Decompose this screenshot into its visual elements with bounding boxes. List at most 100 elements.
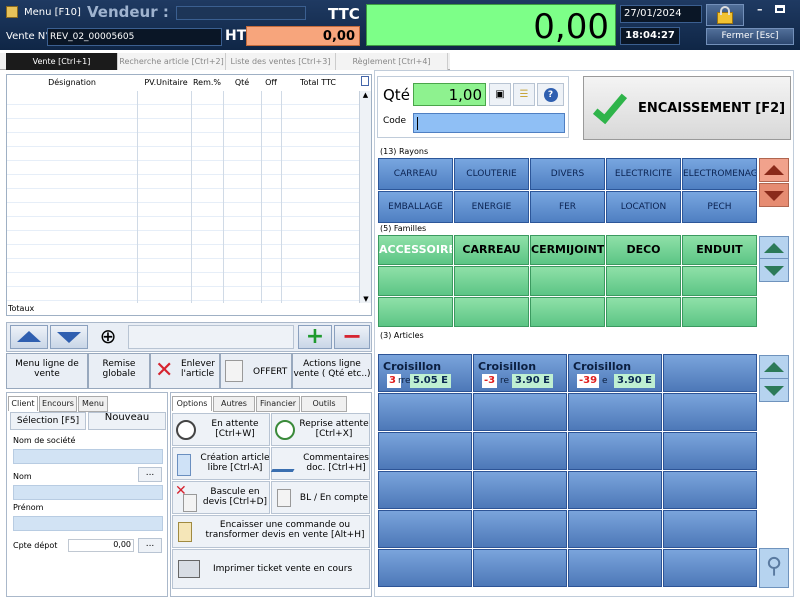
article-empty-slot[interactable] [568,510,662,548]
article-empty-slot[interactable] [378,393,472,431]
rayon-button[interactable]: ELECTROMENAGE [682,158,757,190]
minus-button[interactable]: − [334,324,370,349]
articles-scroll-up[interactable] [759,355,789,379]
famille-button[interactable]: CERMIJOINT [530,235,605,265]
offert-button[interactable]: OFFERT [220,353,292,389]
commentaires-button[interactable]: Commentaires doc. [Ctrl+H] [270,447,370,480]
tab-client[interactable]: Client [8,396,38,411]
rayon-button[interactable]: PECH [682,191,757,223]
tab-liste[interactable]: Liste des ventes [Ctrl+3] [226,53,336,70]
article-empty-slot[interactable] [473,471,567,509]
zoom-icon[interactable]: ⊕ [92,324,124,350]
code-field[interactable] [413,113,565,133]
article-empty-slot[interactable] [663,510,757,548]
rayon-button[interactable]: CARREAU [378,158,453,190]
articles-scroll-down[interactable] [759,378,789,402]
article-empty-slot[interactable] [378,432,472,470]
menu-ligne-button[interactable]: Menu ligne de vente [6,353,88,389]
famille-button[interactable]: ENDUIT [682,235,757,265]
encaissement-button[interactable]: ENCAISSEMENT [F2] [583,76,791,140]
calculator-icon[interactable]: ▣ [489,83,511,106]
imprimer-ticket-button[interactable]: Imprimer ticket vente en cours [172,549,370,589]
rayon-button[interactable]: CLOUTERIE [454,158,529,190]
cpte-more-button[interactable]: ... [138,538,162,553]
article-empty-slot[interactable] [568,393,662,431]
article-button[interactable]: Croisillon -3 re 3.90 E [473,354,567,392]
article-empty-slot[interactable] [378,510,472,548]
article-empty-slot[interactable] [663,393,757,431]
rayons-scroll-down[interactable] [759,183,789,207]
famille-empty-slot[interactable] [378,266,453,296]
grid-scrollbar[interactable]: ▲ ▼ [359,91,371,303]
menu-button[interactable]: Menu [F10] [24,7,81,18]
rayon-button[interactable]: ENERGIE [454,191,529,223]
famille-empty-slot[interactable] [606,266,681,296]
creation-article-button[interactable]: Création article libre [Ctrl-A] [172,447,270,480]
article-empty-slot[interactable] [663,549,757,587]
rayon-button[interactable]: LOCATION [606,191,681,223]
tab-vente[interactable]: Vente [Ctrl+1] [6,53,118,70]
rayon-button[interactable]: FER [530,191,605,223]
nav-down-button[interactable] [50,325,88,349]
famille-button[interactable]: DECO [606,235,681,265]
article-empty-slot[interactable] [568,471,662,509]
famille-empty-slot[interactable] [378,297,453,327]
article-button[interactable]: Croisillon 3 rre 5.05 E [378,354,472,392]
tab-recherche[interactable]: Recherche article [Ctrl+2] [118,53,226,70]
article-empty-slot[interactable] [473,393,567,431]
nom-more-button[interactable]: ... [138,467,162,482]
minimize-icon[interactable]: – [757,3,763,16]
maximize-icon[interactable] [775,5,785,13]
famille-empty-slot[interactable] [682,266,757,296]
famille-button[interactable]: CARREAU [454,235,529,265]
bl-en-compte-button[interactable]: BL / En compte [271,481,370,514]
prenom-field[interactable] [13,516,163,531]
famille-empty-slot[interactable] [530,297,605,327]
help-button[interactable]: ? [537,83,564,106]
article-search-icon[interactable]: ⚲ [759,548,789,588]
reprise-attente-button[interactable]: Reprise attente [Ctrl+X] [271,413,370,446]
article-empty-slot[interactable] [568,432,662,470]
vendeur-field[interactable] [176,6,306,20]
grid-search-field[interactable] [128,325,294,349]
client-nouveau-button[interactable]: Nouveau [88,412,166,430]
bascule-devis-button[interactable]: ✕ Bascule en devis [Ctrl+D] [172,481,270,514]
nav-up-button[interactable] [10,325,48,349]
familles-scroll-down[interactable] [759,258,789,282]
famille-button[interactable]: ACCESSOIRES [378,235,453,265]
plus-button[interactable]: + [298,325,332,349]
famille-empty-slot[interactable] [454,266,529,296]
familles-scroll-up[interactable] [759,236,789,260]
enlever-article-button[interactable]: ✕ Enlever l'article [150,353,220,389]
rayon-button[interactable]: DIVERS [530,158,605,190]
en-attente-button[interactable]: En attente [Ctrl+W] [172,413,270,446]
famille-empty-slot[interactable] [682,297,757,327]
rayons-scroll-up[interactable] [759,158,789,182]
article-empty-slot[interactable] [663,432,757,470]
tab-encours[interactable]: Encours [39,396,77,412]
article-empty-slot[interactable] [473,510,567,548]
encaisser-commande-button[interactable]: Encaisser une commande ou transformer de… [172,515,370,548]
article-empty-slot[interactable] [378,549,472,587]
famille-empty-slot[interactable] [530,266,605,296]
tab-reglement[interactable]: Règlement [Ctrl+4] [336,53,448,70]
article-empty-slot[interactable] [663,354,757,392]
tab-options[interactable]: Options [172,396,212,411]
lock-button[interactable] [706,4,744,26]
article-empty-slot[interactable] [663,471,757,509]
article-empty-slot[interactable] [473,432,567,470]
tab-autres[interactable]: Autres [213,396,255,412]
client-selection-button[interactable]: Sélection [F5] [10,412,86,430]
article-empty-slot[interactable] [568,549,662,587]
tab-outils[interactable]: Outils [301,396,347,412]
actions-ligne-button[interactable]: Actions ligne vente ( Qté etc..) [292,353,372,389]
societe-field[interactable] [13,449,163,464]
rayon-button[interactable]: EMBALLAGE [378,191,453,223]
qty-field[interactable]: 1,00 [413,83,486,106]
tab-financier[interactable]: Financier [256,396,300,412]
nom-field[interactable] [13,485,163,500]
article-empty-slot[interactable] [473,549,567,587]
close-button[interactable]: Fermer [Esc] [706,28,794,45]
article-button[interactable]: Croisillon -39 e 3.90 E [568,354,662,392]
barcode-icon[interactable]: ☰ [513,83,535,106]
